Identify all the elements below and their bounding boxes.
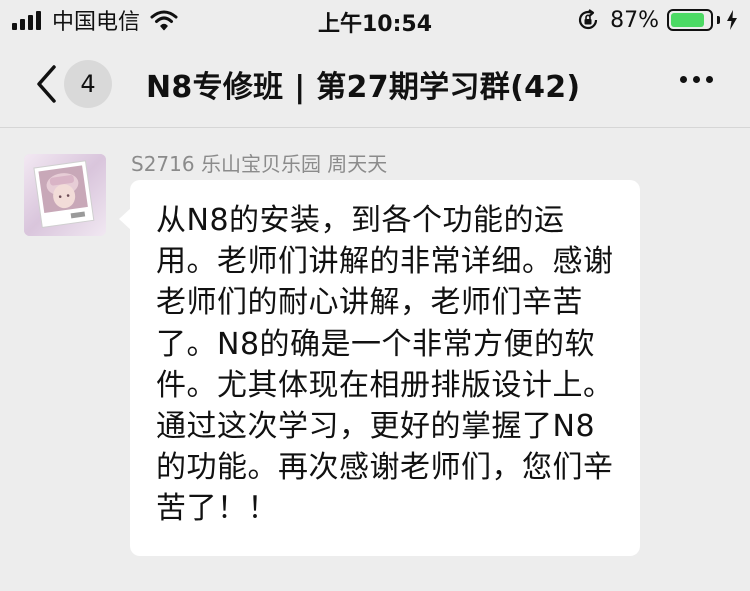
chevron-left-icon — [37, 65, 56, 103]
avatar-photo — [24, 154, 106, 236]
back-button[interactable] — [26, 60, 66, 108]
charging-bolt-icon — [727, 10, 737, 30]
unread-count-badge[interactable]: 4 — [64, 60, 112, 108]
more-dots-icon — [706, 76, 713, 83]
rotation-lock-icon — [579, 9, 598, 30]
more-dots-icon — [680, 76, 687, 83]
avatar[interactable] — [24, 154, 106, 236]
nav-bar: 4 N8专修班 | 第27期学习群(42) — [0, 40, 750, 128]
status-bar: 中国电信 上午10:54 87% — [0, 0, 750, 40]
chat-title: N8专修班 | 第27期学习群(42) — [146, 70, 581, 105]
message-bubble[interactable]: 从N8的安装，到各个功能的运用。老师们讲解的非常详细。感谢老师们的耐心讲解，老师… — [119, 180, 640, 556]
sender-name: S2716 乐山宝贝乐园 周天天 — [131, 152, 388, 176]
battery-cap — [717, 16, 720, 24]
status-bar-right: 87% — [576, 6, 738, 34]
battery-percent: 87% — [610, 7, 659, 33]
battery-icon — [667, 9, 713, 31]
message-text: 从N8的安装，到各个功能的运用。老师们讲解的非常详细。感谢老师们的耐心讲解，老师… — [156, 203, 614, 527]
more-dots-icon — [693, 76, 700, 83]
battery-level-fill — [671, 13, 705, 27]
bubble-tail — [119, 208, 131, 230]
more-button[interactable] — [677, 76, 716, 83]
